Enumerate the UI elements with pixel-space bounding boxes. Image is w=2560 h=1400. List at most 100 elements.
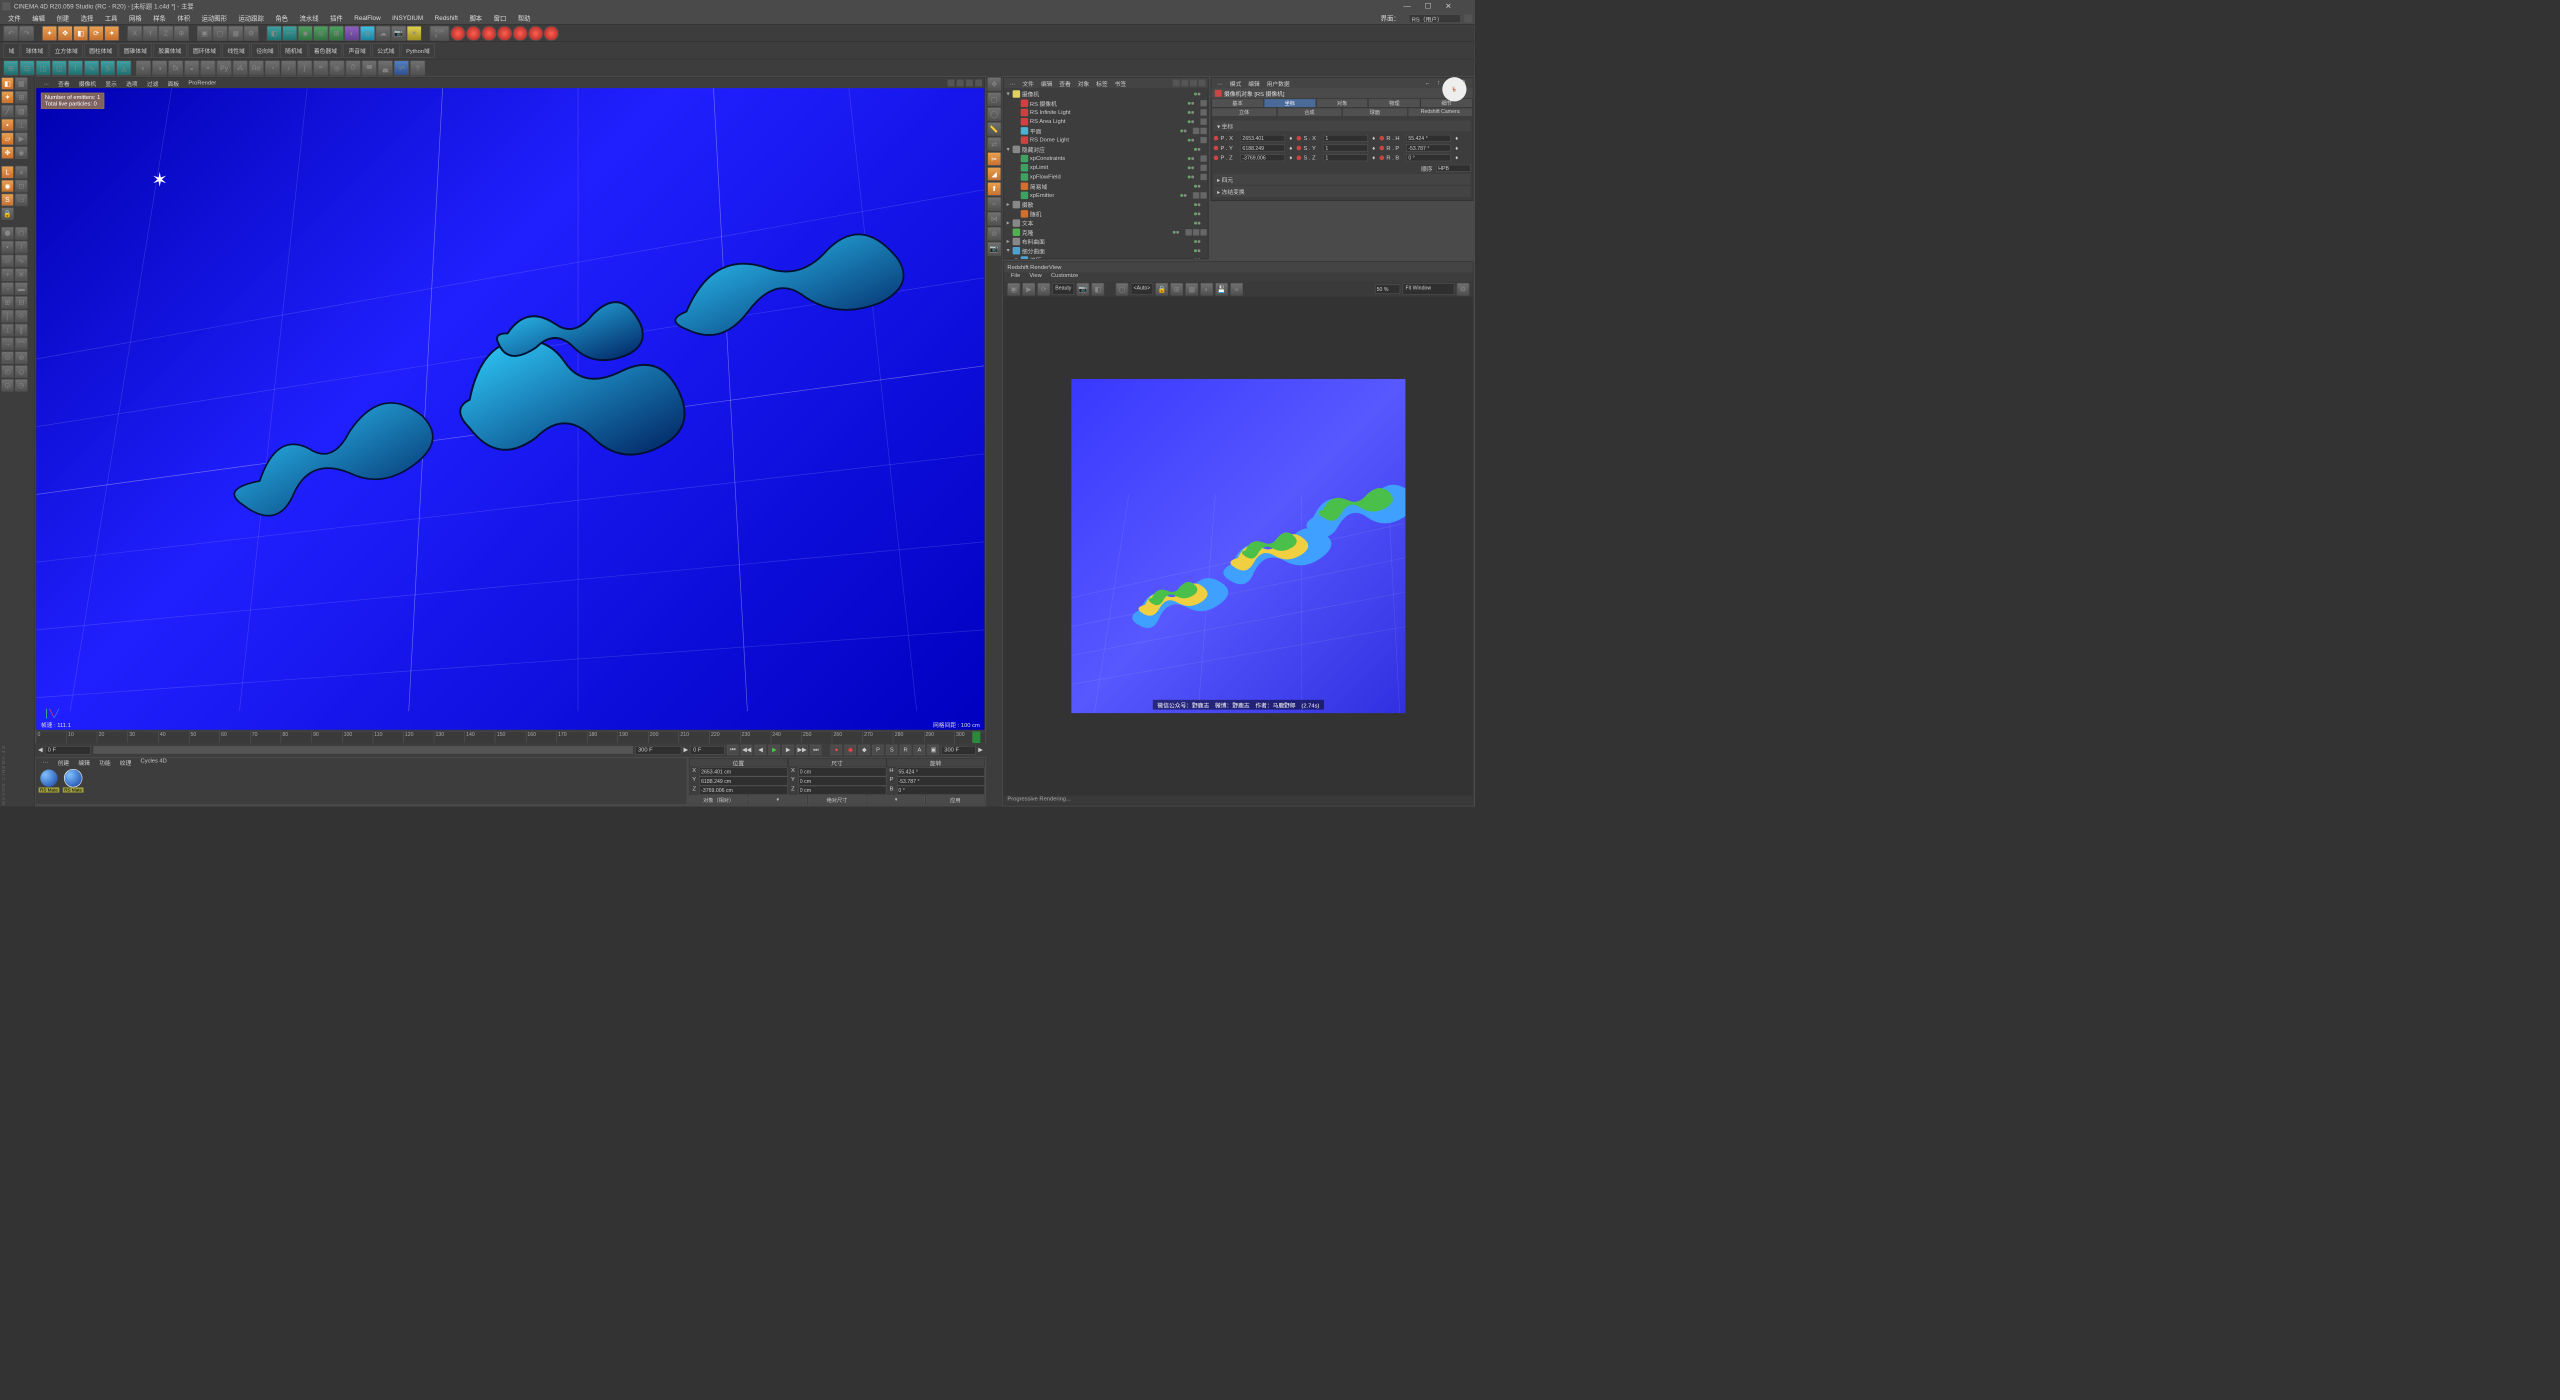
shelf-着色器域[interactable]: 着色器域: [309, 43, 342, 57]
help-icon[interactable]: ?: [410, 60, 425, 75]
menu-角色[interactable]: 角色: [270, 14, 294, 23]
viewport-solo-icon[interactable]: L: [1, 166, 14, 179]
layer-icon[interactable]: ≡: [15, 166, 28, 179]
tag-icon[interactable]: [1200, 118, 1206, 124]
snap-edge-icon[interactable]: /: [15, 241, 28, 254]
quantize-icon[interactable]: ⊡: [15, 180, 28, 193]
object-细分曲面[interactable]: ▾细分曲面: [1005, 246, 1207, 255]
object-随机[interactable]: 随机: [1005, 209, 1207, 218]
object-克隆[interactable]: 克隆: [1005, 228, 1207, 237]
record-button-3[interactable]: [482, 26, 497, 41]
snap-extend-icon[interactable]: →: [1, 338, 14, 351]
shelf-Python域[interactable]: Python域: [401, 43, 435, 57]
attr-tab-球面[interactable]: 球面: [1342, 108, 1407, 117]
effector-inherit-icon[interactable]: ◒: [184, 60, 199, 75]
object-挤压[interactable]: ▾挤压: [1005, 255, 1207, 258]
attr-R . P[interactable]: [1406, 145, 1451, 152]
tag-icon[interactable]: [1200, 164, 1206, 170]
render-region-button[interactable]: ▢: [213, 26, 228, 41]
rv-history-button[interactable]: ≡: [1230, 283, 1243, 296]
vpmenu-摄像机[interactable]: 摄像机: [74, 79, 100, 88]
visibility-dots[interactable]: [1183, 175, 1198, 178]
object-RS Infinite Light[interactable]: RS Infinite Light: [1005, 108, 1207, 117]
visibility-dots[interactable]: [1176, 194, 1191, 197]
pos-Z-input[interactable]: [699, 786, 787, 795]
rot-P-input[interactable]: [897, 776, 985, 785]
point-mode-icon[interactable]: •: [1, 119, 14, 132]
rv-fit-select[interactable]: Fit Window: [1403, 283, 1455, 295]
menu-体积[interactable]: 体积: [172, 14, 196, 23]
expand-icon[interactable]: ▾: [1005, 247, 1011, 253]
vp-fullscreen-icon[interactable]: [966, 79, 973, 86]
rotate-tool[interactable]: ⟳: [89, 26, 104, 41]
attr-P . X[interactable]: [1240, 135, 1285, 142]
effector-delay-icon[interactable]: ◑: [152, 60, 167, 75]
object-布料曲面[interactable]: ▸布料曲面: [1005, 237, 1207, 246]
add-spline-button[interactable]: 〰: [282, 26, 297, 41]
object-文本[interactable]: ▸文本: [1005, 218, 1207, 227]
snap-parallel-icon[interactable]: ∥: [15, 324, 28, 337]
snap-from-icon[interactable]: ◷: [15, 379, 28, 392]
snap-3d-icon[interactable]: ⬢: [1, 227, 14, 240]
rvmenu-Customize[interactable]: Customize: [1046, 272, 1082, 281]
menu-窗口[interactable]: 窗口: [488, 14, 512, 23]
menu-插件[interactable]: 插件: [324, 14, 348, 23]
menu-帮助[interactable]: 帮助: [512, 14, 536, 23]
snap-spline-icon[interactable]: ∿: [15, 255, 28, 268]
snap-end-icon[interactable]: ◶: [1, 379, 14, 392]
animation-mode-icon[interactable]: ▶: [15, 132, 28, 145]
mograph-voronoi-icon[interactable]: ◬: [116, 60, 131, 75]
vp-knife-icon[interactable]: ✂: [987, 152, 1001, 166]
tag-icon[interactable]: [1200, 137, 1206, 143]
anim-dot-icon[interactable]: [1214, 136, 1219, 141]
material-0[interactable]: RS Mate: [38, 770, 60, 802]
goto-start-button[interactable]: ⏮: [727, 745, 739, 755]
key-rot-button[interactable]: R: [900, 745, 912, 755]
attr-tab-坐标[interactable]: 坐标: [1264, 98, 1316, 107]
object-简易域[interactable]: 简易域: [1005, 181, 1207, 190]
expand-icon[interactable]: ▸: [1005, 201, 1011, 207]
expand-icon[interactable]: ▾: [1013, 257, 1019, 259]
mograph-cloner-icon[interactable]: ⊞: [3, 60, 18, 75]
anim-dot-icon[interactable]: [1297, 146, 1302, 151]
mograph-matrix-icon[interactable]: ⊡: [20, 60, 35, 75]
shelf-随机域[interactable]: 随机域: [280, 43, 308, 57]
next-key-button[interactable]: ▶▶: [796, 745, 808, 755]
rv-channels-button[interactable]: ◐: [1200, 283, 1213, 296]
effector-time-icon[interactable]: ⏱: [346, 60, 361, 75]
snap-point-icon[interactable]: •: [1, 241, 14, 254]
coord-btn-▾[interactable]: ▾: [749, 795, 807, 803]
effector-shader-icon[interactable]: ◔: [265, 60, 280, 75]
anim-dot-icon[interactable]: [1380, 156, 1385, 161]
matmenu-纹理[interactable]: 纹理: [115, 758, 136, 767]
prev-key-button[interactable]: ◀◀: [741, 745, 753, 755]
coord-btn-▾[interactable]: ▾: [867, 795, 925, 803]
object-RS Area Light[interactable]: RS Area Light: [1005, 117, 1207, 126]
snap-tangent-icon[interactable]: ⌒: [15, 338, 28, 351]
anim-dot-icon[interactable]: [1297, 136, 1302, 141]
vp-dissolve-icon[interactable]: ⊘: [987, 227, 1001, 241]
snap-intersect-icon[interactable]: ✕: [15, 268, 28, 281]
object-摄像机[interactable]: ▾摄像机: [1005, 89, 1207, 98]
workplane-icon[interactable]: ▭: [15, 194, 28, 207]
object-摄散[interactable]: ▸摄散: [1005, 200, 1207, 209]
pos-X-input[interactable]: [699, 767, 787, 776]
anim-dot-icon[interactable]: [1214, 156, 1219, 161]
size-X-input[interactable]: [798, 767, 886, 776]
rv-auto-select[interactable]: <Auto>: [1131, 283, 1153, 295]
autokey-button[interactable]: ◉: [845, 745, 857, 755]
om-search-icon[interactable]: [1173, 79, 1180, 86]
vpmenu-过滤[interactable]: 过滤: [142, 79, 163, 88]
recent-tool[interactable]: ✦: [104, 26, 119, 41]
render-output[interactable]: 微信公众号：野鹿志 微博：野鹿志 作者：马鹿野郎 (2.74s): [1004, 297, 1473, 796]
snap-quadrant-icon[interactable]: ◴: [1, 365, 14, 378]
visibility-dots[interactable]: [1189, 185, 1204, 188]
snap-grid-icon[interactable]: ⊞: [1, 296, 14, 309]
rv-save-button[interactable]: 💾: [1215, 283, 1228, 296]
anim-dot-icon[interactable]: [1297, 156, 1302, 161]
objmenu-书签[interactable]: 书签: [1111, 79, 1129, 88]
menu-流水线[interactable]: 流水线: [294, 14, 325, 23]
layout-select[interactable]: [1409, 14, 1461, 23]
record-button-6[interactable]: [528, 26, 543, 41]
menu-选择[interactable]: 选择: [75, 14, 99, 23]
